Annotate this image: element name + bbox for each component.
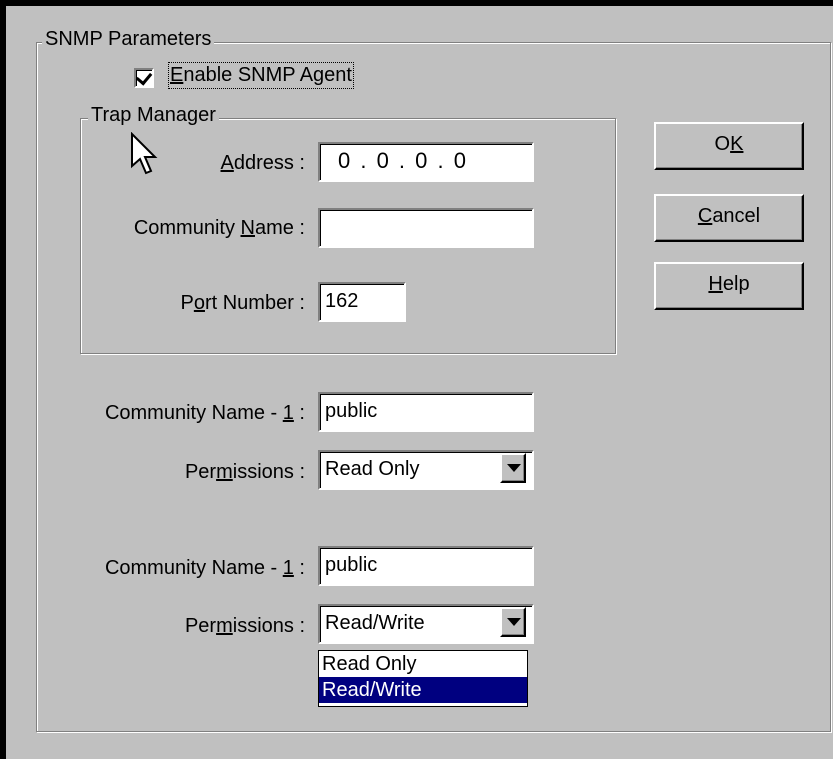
permissions-2-dropdown-button[interactable]	[500, 607, 526, 637]
label-part: issions :	[232, 615, 305, 637]
help-button[interactable]: Help	[654, 262, 804, 310]
chevron-down-icon	[507, 464, 521, 472]
label-mnemonic: 1	[282, 402, 294, 424]
chevron-down-icon	[507, 618, 521, 626]
label-mnemonic: m	[216, 615, 233, 637]
trap-manager-title: Trap Manager	[88, 104, 219, 127]
enable-snmp-agent-label[interactable]: Enable SNMP Agent	[168, 62, 354, 89]
permissions-2-dropdown-list: Read Only Read/Write	[318, 650, 528, 707]
address-field[interactable]: 0 . 0 . 0 . 0	[318, 142, 534, 182]
label-mnemonic: A	[220, 152, 234, 174]
address-label: Address :	[221, 152, 306, 175]
label-part: rt Number :	[204, 292, 305, 314]
permissions-1-label: Permissions :	[185, 461, 305, 484]
button-label-mnemonic: C	[697, 205, 713, 227]
community-2-field[interactable]: public	[318, 546, 534, 586]
label-part: P	[180, 292, 194, 314]
port-number-label: Port Number :	[181, 292, 306, 315]
label-mnemonic: N	[240, 217, 255, 239]
trap-community-name-label: Community Name :	[134, 217, 305, 240]
label-part: issions :	[232, 461, 305, 483]
snmp-parameters-title: SNMP Parameters	[42, 28, 215, 51]
label-part: ddress :	[233, 152, 305, 174]
checkmark-icon	[135, 68, 153, 86]
button-label-part: elp	[722, 273, 750, 295]
button-label-mnemonic: K	[730, 133, 744, 155]
community-2-label: Community Name - 1 :	[105, 557, 305, 580]
dropdown-option-read-only[interactable]: Read Only	[319, 651, 527, 677]
arrow-cursor-icon	[131, 132, 158, 175]
label-part: :	[293, 557, 305, 579]
button-label-part: ancel	[712, 205, 761, 227]
label-mnemonic: 1	[282, 557, 294, 579]
trap-community-name-field[interactable]	[318, 208, 534, 248]
community-1-label: Community Name - 1 :	[105, 402, 305, 425]
dropdown-option-read-write[interactable]: Read/Write	[319, 677, 527, 703]
cancel-button[interactable]: Cancel	[654, 194, 804, 242]
label-part: nable SNMP Agent	[183, 64, 352, 86]
ok-button[interactable]: OK	[654, 122, 804, 170]
label-mnemonic: o	[193, 292, 205, 314]
enable-snmp-agent-checkbox[interactable]	[134, 68, 154, 88]
label-mnemonic: m	[216, 461, 233, 483]
label-part: Per	[184, 461, 217, 483]
permissions-1-dropdown-button[interactable]	[500, 453, 526, 483]
permissions-2-label: Permissions :	[185, 615, 305, 638]
snmp-dialog: SNMP Parameters Enable SNMP Agent Trap M…	[0, 0, 833, 759]
permissions-2-value: Read/Write	[325, 612, 425, 634]
permissions-1-value: Read Only	[325, 458, 420, 480]
label-part: Community Name -	[104, 557, 283, 579]
label-part: Community Name -	[104, 402, 283, 424]
label-part: Community	[133, 217, 241, 239]
label-mnemonic: E	[170, 64, 184, 86]
button-label-mnemonic: H	[708, 273, 723, 295]
button-label-part: O	[714, 133, 731, 155]
community-1-field[interactable]: public	[318, 392, 534, 432]
port-number-field[interactable]: 162	[318, 282, 406, 322]
label-part: ame :	[254, 217, 305, 239]
label-part: Per	[184, 615, 217, 637]
label-part: :	[293, 402, 305, 424]
